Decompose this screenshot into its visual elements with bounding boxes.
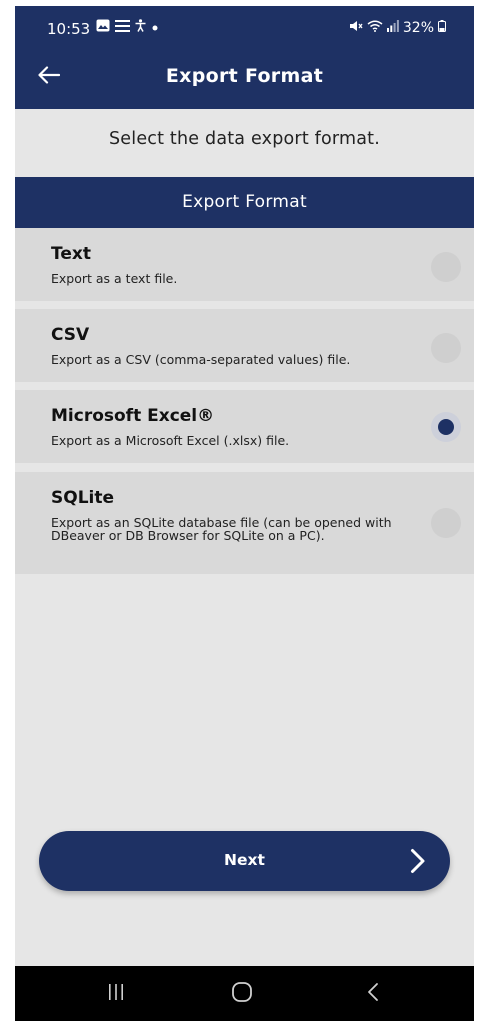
option-description: Export as a text file. bbox=[51, 271, 178, 286]
status-right-icons: 32% bbox=[349, 20, 446, 36]
mute-icon bbox=[349, 20, 363, 36]
option-description: Export as an SQLite database file (can b… bbox=[51, 515, 392, 543]
next-button[interactable]: Next bbox=[39, 831, 450, 891]
option-text[interactable]: Text Export as a text file. bbox=[15, 228, 474, 301]
nav-back-icon bbox=[367, 982, 379, 1006]
page-title: Export Format bbox=[165, 65, 324, 87]
next-button-label: Next bbox=[224, 851, 265, 869]
radio-button-text[interactable] bbox=[431, 252, 461, 282]
option-description: Export as a Microsoft Excel (.xlsx) file… bbox=[51, 433, 290, 448]
home-icon bbox=[231, 981, 253, 1007]
menu-icon bbox=[115, 19, 130, 36]
option-title: Text bbox=[51, 244, 91, 264]
status-bar: 10:53 32% bbox=[15, 6, 474, 46]
option-title: Microsoft Excel® bbox=[51, 406, 215, 426]
status-left-icons bbox=[96, 19, 159, 36]
recents-icon bbox=[108, 983, 124, 1005]
dot-icon bbox=[151, 20, 159, 36]
radio-button-sqlite[interactable] bbox=[431, 508, 461, 538]
nav-back-button[interactable] bbox=[358, 980, 388, 1008]
home-button[interactable] bbox=[227, 980, 257, 1008]
instruction-text: Select the data export format. bbox=[108, 129, 380, 149]
status-time: 10:53 bbox=[47, 20, 91, 38]
option-microsoft-excel[interactable]: Microsoft Excel® Export as a Microsoft E… bbox=[15, 390, 474, 463]
option-csv[interactable]: CSV Export as a CSV (comma-separated val… bbox=[15, 309, 474, 382]
wifi-icon bbox=[367, 20, 383, 36]
navigation-bar bbox=[15, 966, 474, 1021]
battery-icon bbox=[438, 20, 446, 36]
option-title: CSV bbox=[51, 325, 90, 345]
section-header: Export Format bbox=[15, 177, 474, 228]
page: 10:53 32% Export Format Select the data … bbox=[0, 0, 482, 1021]
radio-selected-dot bbox=[438, 419, 454, 435]
chevron-right-icon bbox=[410, 848, 426, 878]
recents-button[interactable] bbox=[101, 980, 131, 1008]
image-icon bbox=[96, 19, 110, 36]
accessibility-icon bbox=[135, 19, 146, 36]
app-bar: Export Format bbox=[15, 46, 474, 109]
option-sqlite[interactable]: SQLite Export as an SQLite database file… bbox=[15, 472, 474, 574]
option-description: Export as a CSV (comma-separated values)… bbox=[51, 352, 351, 367]
radio-button-microsoft-excel[interactable] bbox=[431, 412, 461, 442]
radio-button-csv[interactable] bbox=[431, 333, 461, 363]
battery-text: 32% bbox=[402, 20, 434, 36]
signal-icon bbox=[386, 20, 399, 36]
option-title: SQLite bbox=[51, 488, 115, 508]
phone-screen: 10:53 32% Export Format Select the data … bbox=[15, 6, 474, 1021]
